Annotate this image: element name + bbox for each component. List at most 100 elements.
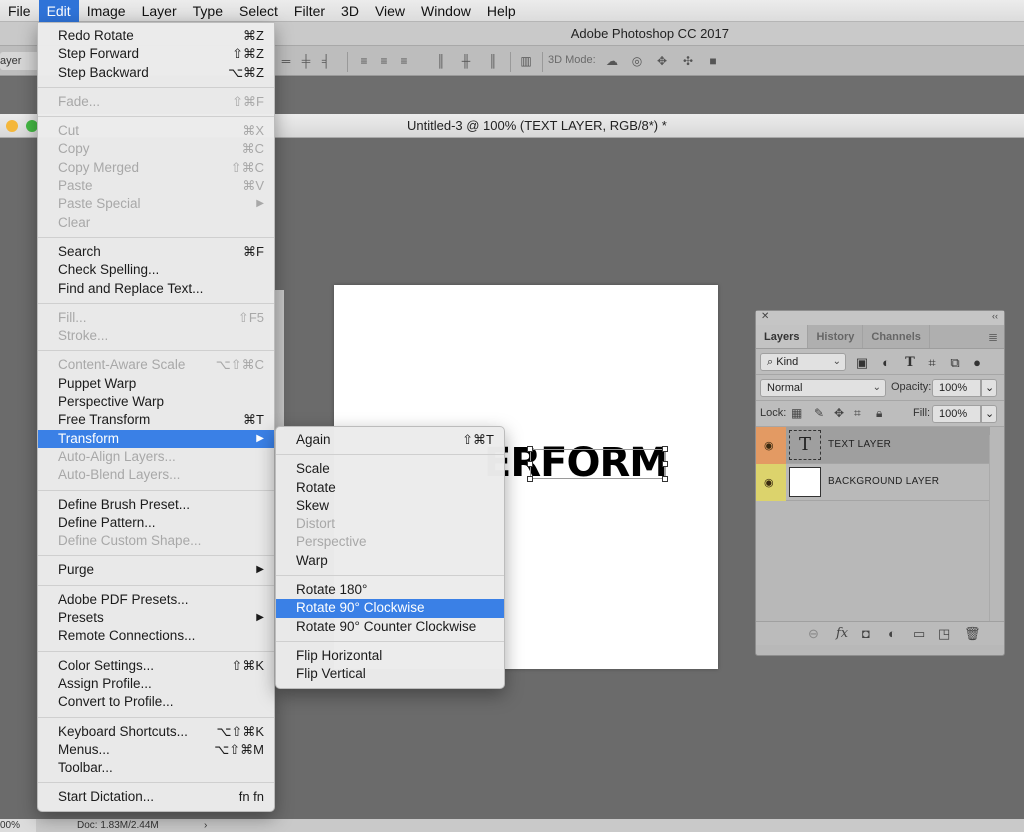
transform-handle[interactable]: [527, 446, 533, 452]
link-layers-icon[interactable]: ⊖: [808, 626, 819, 642]
tab-channels[interactable]: Channels: [863, 325, 930, 348]
menu-item-again[interactable]: Again ⇧⌘T: [276, 431, 504, 449]
filter-kind-select[interactable]: ⌕ Kind ⌄: [760, 353, 846, 371]
auto-align-icon[interactable]: ▥: [518, 53, 534, 69]
menu-item-step-backward[interactable]: Step Backward ⌥⌘Z: [38, 64, 274, 82]
scrollbar[interactable]: [989, 435, 990, 625]
new-layer-icon[interactable]: ◳: [938, 626, 950, 642]
menu-item-stroke[interactable]: Stroke...: [38, 327, 274, 345]
transform-handle[interactable]: [662, 476, 668, 482]
menu-item-fade[interactable]: Fade... ⇧⌘F: [38, 93, 274, 111]
fx-icon[interactable]: fx: [836, 626, 848, 641]
transform-handle[interactable]: [662, 461, 668, 467]
scale-3d-icon[interactable]: ■: [705, 53, 721, 69]
lock-all-icon[interactable]: 🔒︎: [876, 406, 882, 421]
menu-item-rotate-90-counter-clockwise[interactable]: Rotate 90° Counter Clockwise: [276, 618, 504, 636]
menu-item-remote-connections[interactable]: Remote Connections...: [38, 627, 274, 645]
auto-select-dropdown[interactable]: ayer: [0, 52, 40, 70]
menu-item-copy-merged[interactable]: Copy Merged ⇧⌘C: [38, 159, 274, 177]
filter-toggle-icon[interactable]: ●: [969, 355, 985, 370]
menu-item-content-aware-scale[interactable]: Content-Aware Scale ⌥⇧⌘C: [38, 356, 274, 374]
menu-item-adobe-pdf-presets[interactable]: Adobe PDF Presets...: [38, 591, 274, 609]
add-mask-icon[interactable]: ◘: [862, 626, 870, 641]
menu-type[interactable]: Type: [185, 0, 231, 22]
menu-item-free-transform[interactable]: Free Transform ⌘T: [38, 411, 274, 429]
slide-3d-icon[interactable]: ✣: [680, 53, 696, 69]
orbit-3d-icon[interactable]: ☁: [604, 53, 620, 69]
menu-file[interactable]: File: [0, 0, 39, 22]
lock-pixels-icon[interactable]: ✎: [814, 406, 824, 420]
menu-3d[interactable]: 3D: [333, 0, 367, 22]
eye-icon[interactable]: ◉: [764, 439, 774, 452]
distribute-hcenter-icon[interactable]: ╫: [458, 53, 474, 69]
menu-item-flip-horizontal[interactable]: Flip Horizontal: [276, 647, 504, 665]
collapse-icon[interactable]: ‹‹: [992, 311, 998, 321]
status-menu-arrow[interactable]: ›: [204, 819, 207, 832]
menu-item-scale[interactable]: Scale: [276, 460, 504, 478]
menu-item-keyboard-shortcuts[interactable]: Keyboard Shortcuts... ⌥⇧⌘K: [38, 723, 274, 741]
panel-menu-icon[interactable]: ≣: [988, 330, 998, 344]
eye-icon[interactable]: ◉: [764, 476, 774, 489]
pixel-filter-icon[interactable]: ▣: [854, 355, 870, 371]
lock-artboard-icon[interactable]: ⌗: [854, 406, 861, 421]
zoom-level[interactable]: 00%: [0, 819, 36, 832]
menu-item-presets[interactable]: Presets ▶: [38, 609, 274, 627]
distribute-bottom-icon[interactable]: ≡: [396, 53, 412, 69]
lock-transparency-icon[interactable]: ▦: [791, 406, 802, 420]
fill-input[interactable]: 100%: [932, 405, 981, 423]
layer-row-text[interactable]: ◉ T TEXT LAYER: [756, 427, 990, 464]
transform-bounding-box[interactable]: [527, 446, 668, 482]
new-group-icon[interactable]: ▭: [913, 626, 925, 642]
smart-object-filter-icon[interactable]: ⧉: [947, 355, 963, 371]
lock-position-icon[interactable]: ✥: [834, 406, 844, 420]
menu-item-check-spelling[interactable]: Check Spelling...: [38, 261, 274, 279]
distribute-left-icon[interactable]: ║: [433, 53, 449, 69]
align-right-icon[interactable]: ═: [278, 53, 294, 69]
tab-history[interactable]: History: [808, 325, 864, 348]
pan-3d-icon[interactable]: ✥: [654, 53, 670, 69]
transform-handle[interactable]: [527, 461, 533, 467]
menu-item-clear[interactable]: Clear: [38, 214, 274, 232]
roll-3d-icon[interactable]: ◎: [629, 53, 645, 69]
opacity-input[interactable]: 100%: [932, 379, 981, 397]
close-icon[interactable]: ✕: [761, 311, 769, 322]
menu-item-fill[interactable]: Fill... ⇧F5: [38, 309, 274, 327]
transform-handle[interactable]: [662, 446, 668, 452]
menu-item-start-dictation[interactable]: Start Dictation... fn fn: [38, 788, 274, 806]
menu-item-step-forward[interactable]: Step Forward ⇧⌘Z: [38, 45, 274, 63]
menu-item-perspective[interactable]: Perspective: [276, 533, 504, 551]
menu-item-skew[interactable]: Skew: [276, 497, 504, 515]
menu-item-rotate-90-clockwise[interactable]: Rotate 90° Clockwise: [276, 599, 504, 618]
menu-item-perspective-warp[interactable]: Perspective Warp: [38, 393, 274, 411]
distribute-right-icon[interactable]: ║: [485, 53, 501, 69]
layer-row-background[interactable]: ◉ BACKGROUND LAYER: [756, 464, 990, 501]
menu-view[interactable]: View: [367, 0, 413, 22]
menu-item-define-custom-shape[interactable]: Define Custom Shape...: [38, 532, 274, 550]
menu-item-transform[interactable]: Transform ▶: [38, 429, 274, 448]
align-left-icon[interactable]: ╡: [318, 53, 334, 69]
menu-item-rotate[interactable]: Rotate: [276, 479, 504, 497]
menu-image[interactable]: Image: [79, 0, 134, 22]
distribute-vcenter-icon[interactable]: ≡: [376, 53, 392, 69]
menu-item-redo-rotate[interactable]: Redo Rotate ⌘Z: [38, 27, 274, 45]
blend-mode-select[interactable]: Normal ⌄: [760, 379, 886, 397]
menu-help[interactable]: Help: [479, 0, 524, 22]
align-hcenter-icon[interactable]: ╪: [298, 53, 314, 69]
menu-layer[interactable]: Layer: [134, 0, 185, 22]
menu-item-define-pattern[interactable]: Define Pattern...: [38, 514, 274, 532]
transform-handle[interactable]: [527, 476, 533, 482]
menu-item-puppet-warp[interactable]: Puppet Warp: [38, 375, 274, 393]
menu-item-find-and-replace-text[interactable]: Find and Replace Text...: [38, 280, 274, 298]
menu-item-define-brush-preset[interactable]: Define Brush Preset...: [38, 496, 274, 514]
adjustment-layer-icon[interactable]: ◐: [888, 626, 896, 641]
menu-item-flip-vertical[interactable]: Flip Vertical: [276, 665, 504, 683]
trash-icon[interactable]: 🗑︎: [964, 626, 981, 642]
distribute-top-icon[interactable]: ≡: [356, 53, 372, 69]
menu-item-menus[interactable]: Menus... ⌥⇧⌘M: [38, 741, 274, 759]
opacity-dropdown[interactable]: ⌄: [981, 379, 997, 397]
minimize-icon[interactable]: [6, 120, 18, 132]
menu-item-assign-profile[interactable]: Assign Profile...: [38, 675, 274, 693]
adjustment-filter-icon[interactable]: ◐: [878, 355, 894, 370]
menu-edit[interactable]: Edit: [38, 0, 79, 22]
menu-item-search[interactable]: Search ⌘F: [38, 243, 274, 261]
